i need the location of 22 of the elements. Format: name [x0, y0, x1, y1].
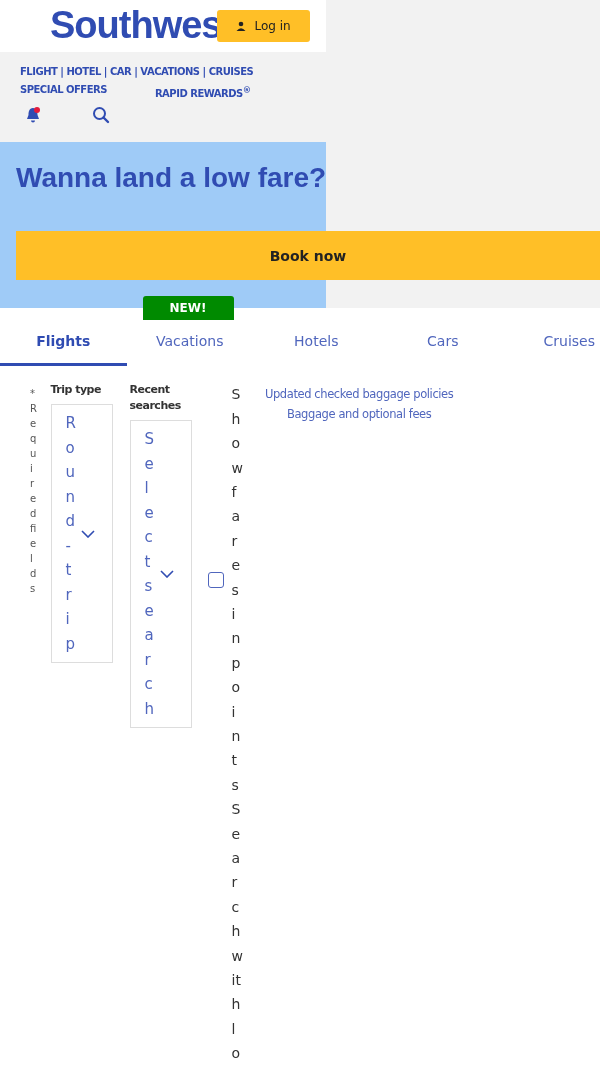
required-note: * Required fields: [30, 387, 37, 597]
field-label: Recent searches: [129, 382, 182, 415]
new-badge: NEW!: [142, 296, 234, 321]
baggage-link[interactable]: Baggage and optional fees: [287, 407, 432, 422]
checkbox[interactable]: [207, 572, 224, 589]
nav-links[interactable]: FLIGHT | HOTEL | CAR | VACATIONS | CRUISES: [20, 62, 580, 82]
rapid-rewards-link[interactable]: RAPID REWARDS$^{®}$: [154, 82, 251, 103]
chevron-icon: [160, 570, 175, 579]
login-button[interactable]: Log in: [217, 10, 310, 42]
checkbox-label: Show fares in points: [231, 385, 243, 795]
recent-searches-select[interactable]: Select search: [129, 420, 192, 729]
bell-icon[interactable]: [24, 106, 42, 125]
trip-type-select[interactable]: Round-trip: [50, 404, 113, 664]
book-now-button[interactable]: Book now: [16, 231, 600, 281]
special-offers-link[interactable]: SPECIAL OFFERS: [20, 82, 107, 103]
hero-title: Wanna land a low fare?: [16, 162, 327, 195]
person-icon: [236, 21, 247, 31]
baggage-link[interactable]: Updated checked baggage policies: [264, 387, 454, 402]
checkbox-label: Search with lo: [231, 800, 243, 1064]
field-label: Trip type: [50, 382, 102, 399]
search-icon[interactable]: [92, 106, 110, 125]
chevron-icon: [81, 529, 96, 538]
